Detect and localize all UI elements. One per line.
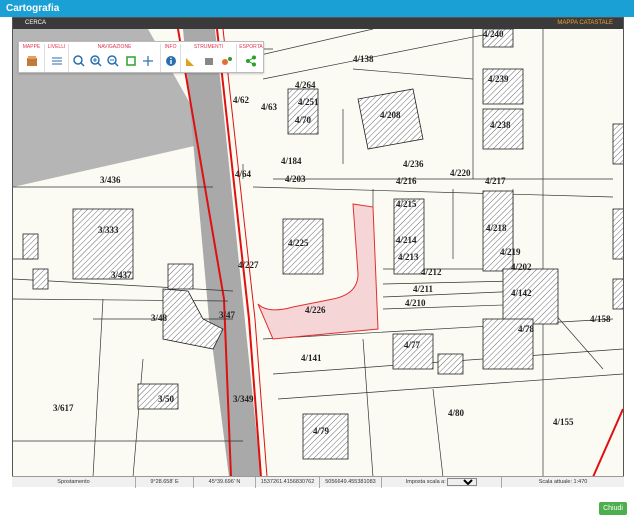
parcel-label: 4/213 [398, 252, 419, 262]
zoom-out-icon[interactable] [107, 55, 119, 67]
parcel-label: 3/47 [219, 310, 236, 320]
group-info: INFO [161, 44, 181, 72]
parcel-label: 4/217 [485, 176, 506, 186]
info-icon[interactable] [165, 55, 177, 67]
parcel-label: 4/236 [403, 159, 424, 169]
print-icon[interactable] [203, 55, 215, 67]
parcel-label: 4/227 [238, 260, 259, 270]
parcel-label: 4/210 [405, 298, 426, 308]
parcel-label: 4/70 [295, 115, 312, 125]
parcel-label: 4/78 [518, 324, 535, 334]
status-longitude: 9°28.658' E [136, 477, 194, 488]
status-bar: Spostamento 9°28.658' E 45°39.696' N 153… [12, 476, 624, 488]
status-latitude: 45°39.696' N [194, 477, 256, 488]
zoom-icon[interactable] [73, 55, 85, 67]
group-title: STRUMENTI [193, 44, 224, 50]
map-header: CERCA MAPPA CATASTALE [13, 18, 623, 29]
close-button[interactable]: Chiudi [599, 502, 627, 515]
parcel-label: 4/216 [396, 176, 417, 186]
parcel-label: 4/251 [298, 97, 319, 107]
parcel-label: 3/333 [98, 225, 119, 235]
parcel-label: 4/218 [486, 223, 507, 233]
zoom-in-icon[interactable] [90, 55, 102, 67]
parcel-label: 4/203 [285, 174, 306, 184]
status-x-coord: 1537261.4156830762 [256, 477, 320, 488]
parcel-label: 4/239 [488, 74, 509, 84]
parcel-label: 4/158 [590, 314, 611, 324]
group-navigazione: NAVIGAZIONE [69, 44, 161, 72]
pan-icon[interactable] [142, 55, 154, 67]
scale-label: Imposta scala a: [405, 479, 446, 485]
group-title: INFO [164, 44, 177, 50]
parcel-label: 4/264 [295, 80, 316, 90]
parcel-label: 4/142 [511, 288, 532, 298]
parcel-label: 4/240 [483, 29, 504, 39]
parcel-label: 4/138 [353, 54, 374, 64]
group-mappe: MAPPE [19, 44, 45, 72]
search-link[interactable]: CERCA [25, 20, 46, 26]
parcel-label: 4/184 [281, 156, 302, 166]
parcel-label: 3/50 [158, 394, 175, 404]
map-toolbar: MAPPE LIVELLI NAVIGAZIONE INFO STRUMENTI… [18, 41, 264, 73]
layers-icon[interactable] [51, 55, 63, 67]
parcel-label: 4/63 [261, 102, 278, 112]
map-type-label: MAPPA CATASTALE [557, 20, 613, 26]
group-esporta: ESPORTA [237, 44, 265, 72]
status-y-coord: 5056649.455381083 [320, 477, 382, 488]
scale-setter: Imposta scala a: [382, 477, 502, 488]
parcel-label: 3/617 [53, 403, 74, 413]
parcel-label: 3/436 [100, 175, 121, 185]
parcel-label: 4/212 [421, 267, 442, 277]
status-mode: Spostamento [12, 477, 136, 488]
group-strumenti: STRUMENTI [181, 44, 237, 72]
measure-icon[interactable] [185, 55, 197, 67]
parcel-label: 4/226 [305, 305, 326, 315]
parcel-label: 3/349 [233, 394, 254, 404]
parcel-label: 4/214 [396, 235, 417, 245]
parcel-label: 4/64 [235, 169, 252, 179]
parcel-label: 4/141 [301, 353, 322, 363]
parcel-label: 4/219 [500, 247, 521, 257]
current-scale: Scala attuale: 1:470 [538, 479, 588, 485]
scale-select[interactable] [447, 477, 478, 486]
parcel-label: 4/238 [490, 120, 511, 130]
zoom-extent-icon[interactable] [125, 55, 137, 67]
parcel-label: 4/220 [450, 168, 471, 178]
cadastral-map[interactable]: 4/240 4/138 4/264 4/251 4/70 4/62 4/63 4… [13, 29, 623, 477]
parcel-label: 3/48 [151, 313, 168, 323]
window-title: Cartografia [0, 0, 634, 17]
parcel-label: 4/215 [396, 199, 417, 209]
parcel-label: 3/437 [111, 270, 132, 280]
group-title: LIVELLI [47, 44, 66, 50]
parcel-label: 4/208 [380, 110, 401, 120]
group-livelli: LIVELLI [45, 44, 69, 72]
parcel-label: 4/155 [553, 417, 574, 427]
parcel-label: 4/79 [313, 426, 330, 436]
map-frame: CERCA MAPPA CATASTALE 4/240 4/138 4/264 … [12, 17, 624, 487]
group-title: NAVIGAZIONE [97, 44, 132, 50]
group-title: MAPPE [22, 44, 41, 50]
parcel-label: 4/80 [448, 408, 465, 418]
parcel-label: 4/211 [413, 284, 434, 294]
maps-icon[interactable] [26, 55, 38, 67]
parcel-label: 4/77 [404, 340, 421, 350]
group-title: ESPORTA [239, 44, 263, 50]
parcel-label: 4/225 [288, 238, 309, 248]
parcel-label: 4/62 [233, 95, 250, 105]
share-icon[interactable] [245, 55, 257, 67]
parcel-label: 4/202 [511, 262, 532, 272]
draw-icon[interactable] [221, 55, 233, 67]
